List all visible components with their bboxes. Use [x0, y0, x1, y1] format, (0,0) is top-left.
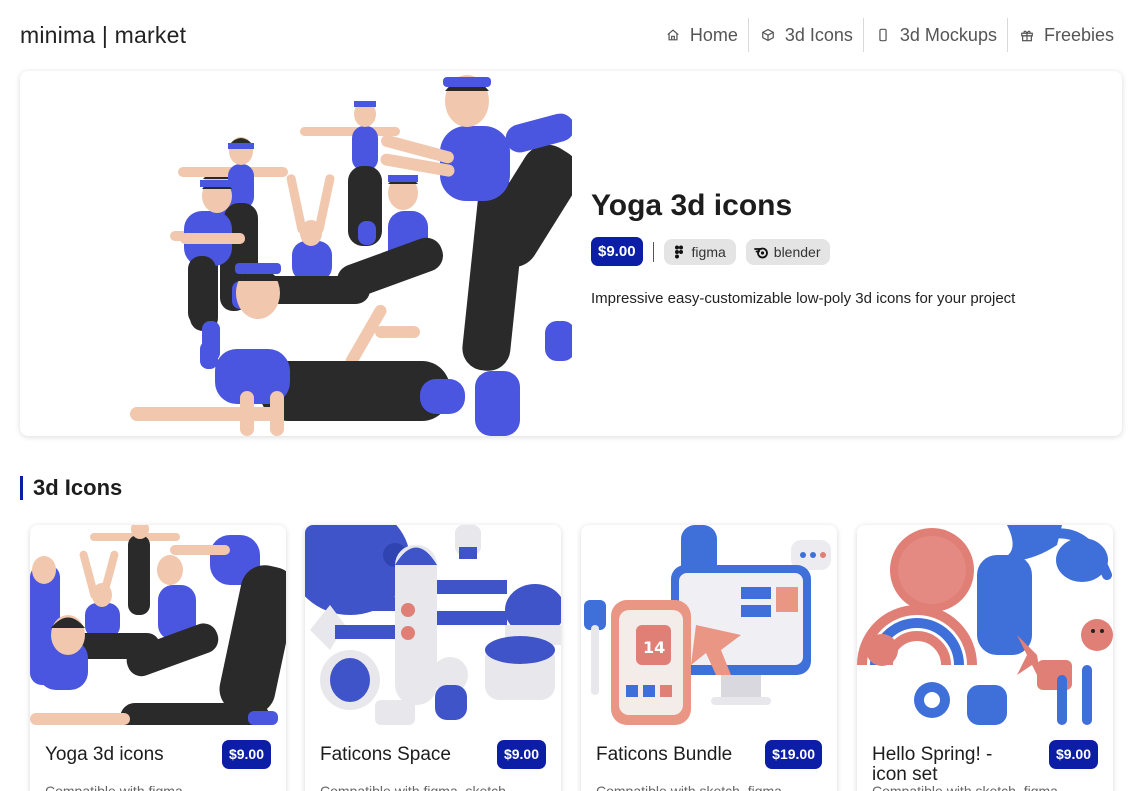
section-title-3d-icons: 3d Icons — [20, 476, 122, 500]
product-card[interactable]: 14 Faticons Bundle $19.00 Compatible wit… — [581, 525, 837, 791]
hero-title[interactable]: Yoga 3d icons — [591, 189, 1101, 223]
phone-icon — [874, 26, 892, 44]
product-compatibility: Compatible with figma, sketch — [320, 783, 506, 791]
hero-price-badge: $9.00 — [591, 237, 643, 266]
product-compatibility: Compatible with sketch, figma — [596, 783, 782, 791]
site-logo[interactable]: minima | market — [20, 22, 186, 49]
product-card[interactable]: Faticons Space $9.00 Compatible with fig… — [305, 525, 561, 791]
product-title[interactable]: Yoga 3d icons — [45, 745, 205, 765]
product-card[interactable]: Yoga 3d icons $9.00 Compatible with figm… — [30, 525, 286, 791]
nav-3d-icons-label: 3d Icons — [784, 24, 853, 45]
product-title[interactable]: Faticons Space — [320, 745, 480, 765]
figma-icon — [674, 245, 683, 258]
nav-home[interactable]: Home — [654, 18, 748, 52]
svg-text:14: 14 — [643, 638, 665, 657]
product-title[interactable]: Hello Spring! - icon set — [872, 745, 1032, 785]
product-price-badge: $19.00 — [765, 740, 822, 769]
product-card[interactable]: Hello Spring! - icon set $9.00 Compatibl… — [857, 525, 1113, 791]
nav-3d-mockups-label: 3d Mockups — [899, 24, 997, 45]
hero-tags: $9.00 figma blender — [591, 237, 1101, 266]
hero-info: Yoga 3d icons $9.00 figma blender Impres… — [591, 189, 1101, 307]
figma-tag-label: figma — [691, 243, 726, 260]
home-icon — [664, 26, 682, 44]
nav-freebies[interactable]: Freebies — [1006, 18, 1124, 52]
blender-icon — [753, 247, 768, 258]
gift-icon — [1018, 26, 1036, 44]
figma-tag: figma — [663, 238, 736, 265]
hero-description: Impressive easy-customizable low-poly 3d… — [591, 290, 1016, 307]
nav-freebies-label: Freebies — [1043, 24, 1114, 45]
product-compatibility: Compatible with figma — [45, 783, 183, 791]
product-thumbnail-bundle: 14 — [581, 525, 837, 725]
product-price-badge: $9.00 — [221, 740, 271, 769]
product-price-badge: $9.00 — [1048, 740, 1098, 769]
blender-tag-label: blender — [773, 243, 821, 260]
product-price-badge: $9.00 — [496, 740, 546, 769]
nav-3d-mockups[interactable]: 3d Mockups — [862, 18, 1007, 52]
product-compatibility: Compatible with sketch, figma — [872, 783, 1058, 791]
product-thumbnail-yoga — [30, 525, 286, 725]
cube-icon — [759, 26, 777, 44]
nav-3d-icons[interactable]: 3d Icons — [747, 18, 863, 52]
featured-product-hero[interactable]: Yoga 3d icons $9.00 figma blender Impres… — [20, 71, 1122, 436]
yoga-illustration — [120, 71, 581, 436]
product-thumbnail-space — [305, 525, 561, 725]
product-thumbnail-spring — [857, 525, 1113, 725]
tag-divider — [652, 241, 654, 262]
product-title[interactable]: Faticons Bundle — [596, 745, 756, 765]
nav-home-label: Home — [689, 24, 738, 45]
main-nav: Home 3d Icons 3d Mockups Freebies — [654, 18, 1124, 52]
blender-tag: blender — [745, 238, 831, 265]
top-header: minima | market Home 3d Icons 3d Mockups… — [0, 0, 1142, 70]
